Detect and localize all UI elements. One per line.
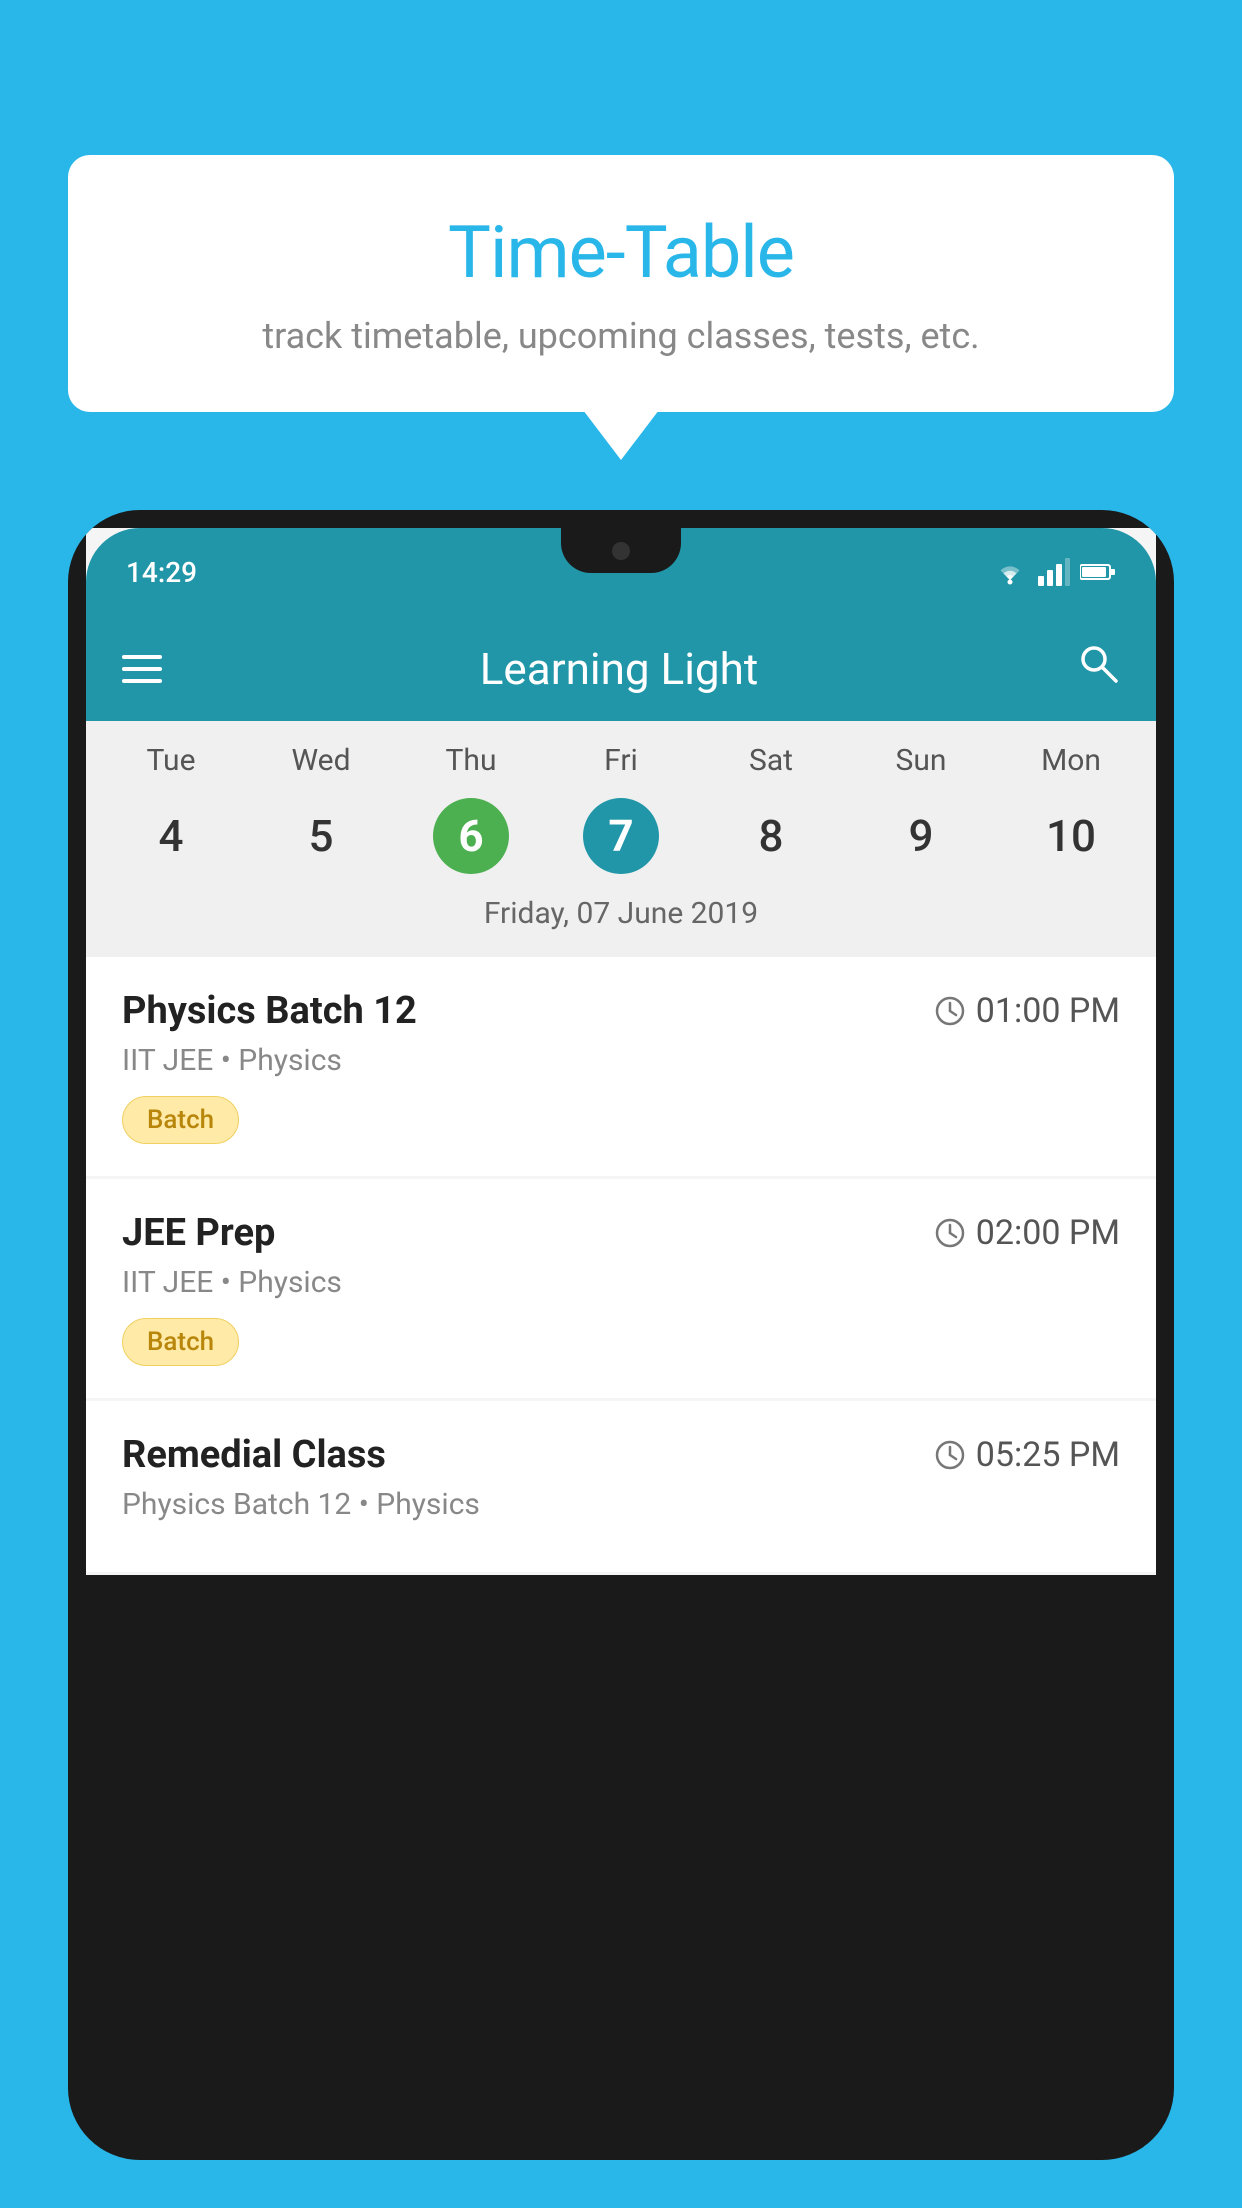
- schedule-item-2-header: JEE Prep 02:00 PM: [122, 1211, 1120, 1255]
- date-today-circle[interactable]: 6: [433, 798, 509, 874]
- day-mon: Mon: [996, 743, 1146, 778]
- status-bar: 14:29: [86, 528, 1156, 616]
- day-fri: Fri: [546, 743, 696, 778]
- camera-dot: [612, 542, 630, 560]
- notch: [561, 528, 681, 573]
- date-6[interactable]: 6: [396, 798, 546, 874]
- day-wed: Wed: [246, 743, 396, 778]
- calendar-section: Tue Wed Thu Fri Sat Sun Mon 4 5 6 7: [86, 721, 1156, 957]
- status-time: 14:29: [126, 556, 197, 589]
- clock-icon-1: [934, 995, 966, 1027]
- schedule-item-1[interactable]: Physics Batch 12 01:00 PM IIT JEE • Phys…: [86, 957, 1156, 1176]
- app-bar: Learning Light: [86, 616, 1156, 721]
- clock-icon-2: [934, 1217, 966, 1249]
- app-bar-title: Learning Light: [480, 643, 759, 695]
- batch-badge-1: Batch: [122, 1096, 239, 1144]
- phone-frame: 14:29: [68, 510, 1174, 2160]
- schedule-time-3: 05:25 PM: [934, 1435, 1120, 1475]
- schedule-item-2[interactable]: JEE Prep 02:00 PM IIT JEE • Physics Batc…: [86, 1179, 1156, 1398]
- clock-icon-3: [934, 1439, 966, 1471]
- schedule-subtitle-2: IIT JEE • Physics: [122, 1265, 1120, 1300]
- date-selected-circle[interactable]: 7: [583, 798, 659, 874]
- speech-bubble: Time-Table track timetable, upcoming cla…: [68, 155, 1174, 412]
- bubble-title: Time-Table: [108, 210, 1134, 295]
- calendar-dates: 4 5 6 7 8 9 10: [96, 788, 1146, 884]
- status-icons: [992, 558, 1116, 586]
- date-7[interactable]: 7: [546, 798, 696, 874]
- schedule-item-1-header: Physics Batch 12 01:00 PM: [122, 989, 1120, 1033]
- schedule-title-1: Physics Batch 12: [122, 989, 417, 1033]
- time-label-1: 01:00 PM: [976, 991, 1120, 1031]
- date-8[interactable]: 8: [696, 810, 846, 862]
- calendar-days-header: Tue Wed Thu Fri Sat Sun Mon: [96, 743, 1146, 788]
- day-sat: Sat: [696, 743, 846, 778]
- search-icon[interactable]: [1076, 641, 1120, 696]
- schedule-subtitle-3: Physics Batch 12 • Physics: [122, 1487, 1120, 1522]
- schedule-title-2: JEE Prep: [122, 1211, 275, 1255]
- schedule-subtitle-1: IIT JEE • Physics: [122, 1043, 1120, 1078]
- schedule-item-3-header: Remedial Class 05:25 PM: [122, 1433, 1120, 1477]
- speech-bubble-container: Time-Table track timetable, upcoming cla…: [68, 155, 1174, 412]
- phone-screen: 14:29: [86, 528, 1156, 1575]
- schedule-title-3: Remedial Class: [122, 1433, 386, 1477]
- date-4[interactable]: 4: [96, 810, 246, 862]
- day-sun: Sun: [846, 743, 996, 778]
- time-label-2: 02:00 PM: [976, 1213, 1120, 1253]
- schedule-time-2: 02:00 PM: [934, 1213, 1120, 1253]
- selected-date-label: Friday, 07 June 2019: [96, 884, 1146, 947]
- schedule-item-3[interactable]: Remedial Class 05:25 PM Physics Batch 12…: [86, 1401, 1156, 1572]
- schedule-time-1: 01:00 PM: [934, 991, 1120, 1031]
- day-thu: Thu: [396, 743, 546, 778]
- date-9[interactable]: 9: [846, 810, 996, 862]
- schedule-content: Physics Batch 12 01:00 PM IIT JEE • Phys…: [86, 957, 1156, 1575]
- battery-icon: [1080, 562, 1116, 582]
- date-10[interactable]: 10: [996, 810, 1146, 862]
- bubble-subtitle: track timetable, upcoming classes, tests…: [108, 315, 1134, 357]
- phone-container: 14:29: [68, 510, 1174, 2208]
- hamburger-menu-icon[interactable]: [122, 655, 162, 683]
- day-tue: Tue: [96, 743, 246, 778]
- date-5[interactable]: 5: [246, 810, 396, 862]
- time-label-3: 05:25 PM: [976, 1435, 1120, 1475]
- wifi-icon: [992, 558, 1028, 586]
- batch-badge-2: Batch: [122, 1318, 239, 1366]
- signal-icon: [1038, 558, 1070, 586]
